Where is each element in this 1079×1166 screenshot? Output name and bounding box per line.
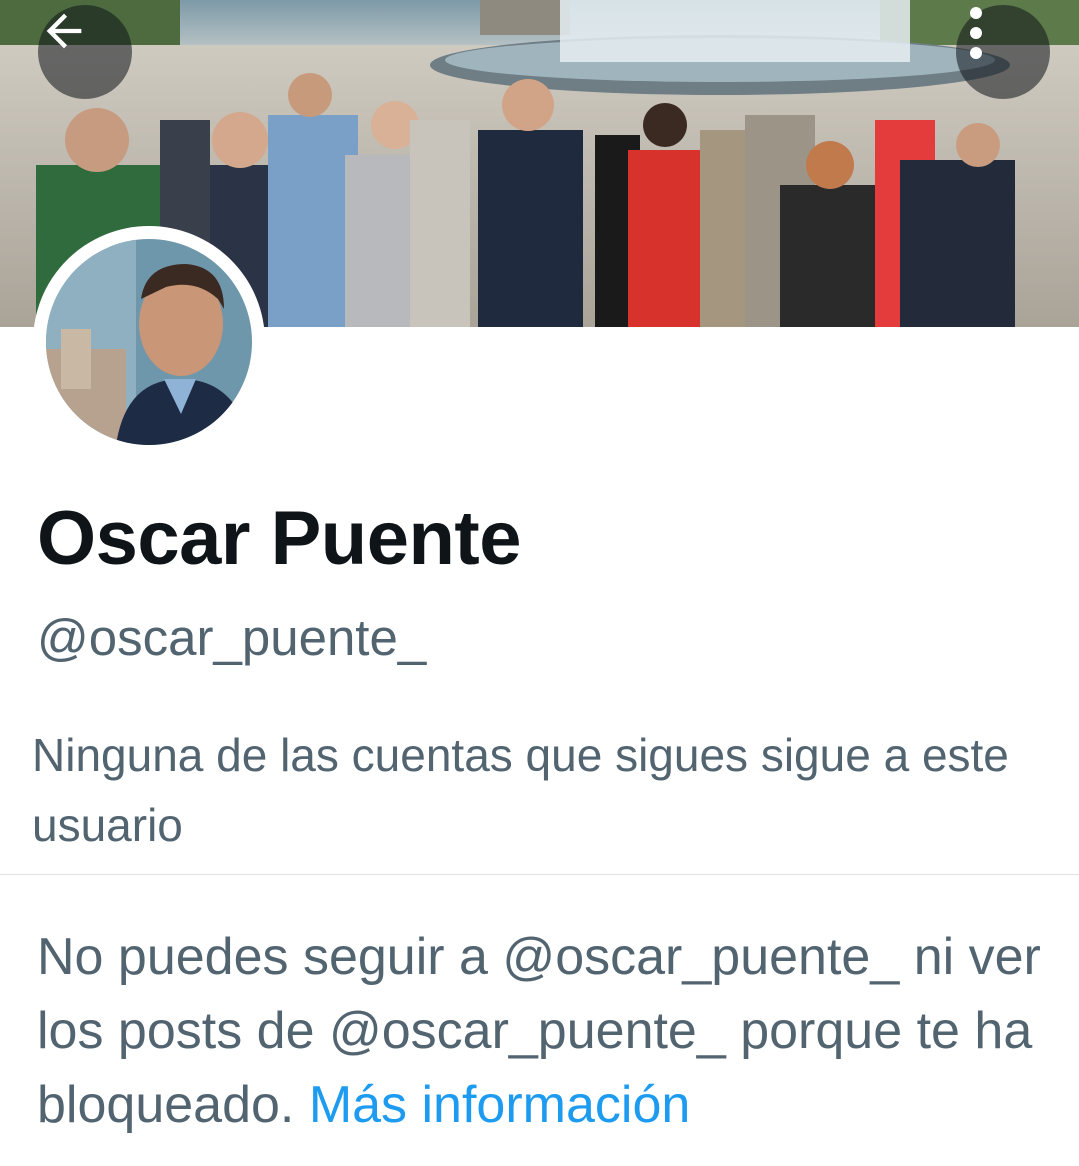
user-handle: @oscar_puente_	[37, 609, 427, 666]
learn-more-link[interactable]: Más información	[309, 1076, 690, 1134]
followers-you-know-note: Ninguna de las cuentas que sigues sigue …	[32, 729, 1009, 851]
blocked-notice: No puedes seguir a @oscar_puente_ ni ver…	[37, 920, 1067, 1142]
avatar-image	[46, 239, 252, 445]
more-options-button[interactable]	[956, 5, 1050, 99]
display-name: Oscar Puente	[37, 496, 522, 581]
back-button[interactable]	[38, 5, 132, 99]
profile-avatar[interactable]	[33, 226, 265, 458]
divider	[0, 874, 1079, 875]
